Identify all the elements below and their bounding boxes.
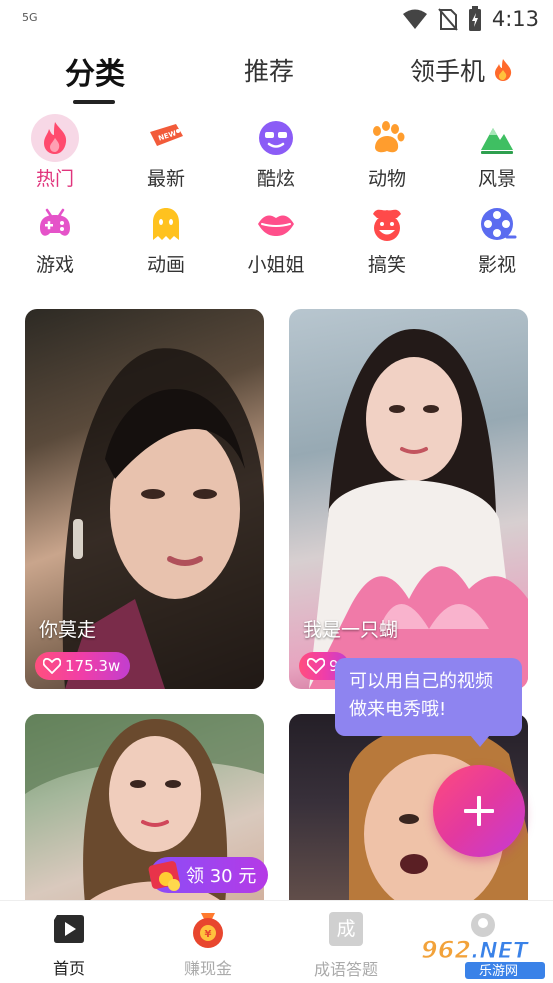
create-video-button[interactable] <box>433 765 525 857</box>
category-label: 小姐姐 <box>247 254 305 276</box>
tab-get-phone[interactable]: 领手机 <box>410 52 513 88</box>
tooltip-arrow <box>470 735 490 747</box>
lips-icon <box>258 215 294 236</box>
svg-text:962: 962 <box>421 936 471 964</box>
like-count-value: 175.3w <box>65 657 121 675</box>
nav-home[interactable]: 首页 <box>19 911 119 979</box>
svg-text:乐游网: 乐游网 <box>479 964 518 979</box>
red-envelope-icon <box>148 861 180 891</box>
svg-text:¥: ¥ <box>205 929 212 940</box>
hint-line-2: 做来电秀哦! <box>349 699 447 720</box>
watermark-logo: 962 .NET 乐游网 <box>421 936 545 979</box>
clock: 4:13 <box>491 7 539 31</box>
network-indicator: 5G <box>22 11 38 24</box>
ghost-icon <box>153 208 179 240</box>
status-bar: 5G 4:13 <box>0 0 553 38</box>
top-tabs: 分类 推荐 领手机 <box>0 52 553 108</box>
fire-icon <box>494 59 512 81</box>
idiom-icon-text: 成 <box>336 918 356 940</box>
nav-label: 首页 <box>52 959 85 978</box>
category-ladies[interactable]: 小姐姐 <box>236 204 316 277</box>
category-animation[interactable]: 动画 <box>126 204 206 277</box>
battery-charging-icon <box>468 6 481 31</box>
nav-idiom-quiz[interactable]: 成 成语答题 <box>296 911 396 980</box>
money-bag-icon: ¥ <box>193 913 223 948</box>
nav-label: 成语答题 <box>313 960 378 979</box>
gamepad-icon <box>40 208 70 236</box>
active-tab-indicator <box>73 100 115 104</box>
category-film[interactable]: 影视 <box>457 204 537 277</box>
tab-category[interactable]: 分类 <box>65 49 125 93</box>
coupon-label: 领 30 元 <box>186 866 257 887</box>
category-label: 热门 <box>35 168 74 190</box>
mountain-icon <box>481 128 513 154</box>
nav-earn-cash[interactable]: ¥ 赚现金 <box>158 911 258 979</box>
tab-get-phone-label: 领手机 <box>410 57 486 86</box>
category-label: 动物 <box>367 168 406 190</box>
plus-icon <box>464 796 494 826</box>
category-label: 酷炫 <box>256 168 295 190</box>
clown-icon <box>373 209 401 241</box>
svg-text:.NET: .NET <box>471 939 530 964</box>
tab-recommend[interactable]: 推荐 <box>244 52 294 88</box>
category-label: 风景 <box>477 168 516 190</box>
category-label: 动画 <box>146 254 185 276</box>
video-title: 我是一只蝴 <box>303 619 399 641</box>
category-funny[interactable]: 搞笑 <box>347 204 427 277</box>
category-newest[interactable]: NEW 最新 <box>126 118 206 191</box>
heart-icon <box>43 658 61 674</box>
hint-tooltip: 可以用自己的视频 做来电秀哦! <box>335 658 522 736</box>
hint-line-1: 可以用自己的视频 <box>349 671 493 692</box>
video-card[interactable]: 我是一只蝴 9 <box>289 309 528 689</box>
video-title: 你莫走 <box>39 619 97 641</box>
site-watermark: 962 .NET 乐游网 <box>415 932 550 980</box>
nav-label: 赚现金 <box>183 959 232 978</box>
play-home-icon <box>54 915 84 943</box>
new-tag-icon: NEW <box>150 124 183 146</box>
paw-icon <box>373 121 405 153</box>
category-label: 影视 <box>477 254 516 276</box>
no-sim-icon <box>438 8 458 31</box>
category-label: 搞笑 <box>367 254 406 276</box>
category-games[interactable]: 游戏 <box>15 204 95 277</box>
idiom-icon: 成 <box>329 912 363 946</box>
like-count: 175.3w <box>35 652 131 680</box>
category-scenery[interactable]: 风景 <box>457 118 537 191</box>
fire-icon <box>44 122 67 154</box>
category-animals[interactable]: 动物 <box>347 118 427 191</box>
category-label: 游戏 <box>35 254 74 276</box>
heart-icon <box>307 658 325 674</box>
film-reel-icon <box>481 208 517 240</box>
category-cool[interactable]: 酷炫 <box>236 118 316 191</box>
wifi-icon <box>402 9 427 29</box>
cool-face-icon <box>259 121 293 155</box>
cash-coupon-button[interactable]: 领 30 元 <box>148 857 268 893</box>
video-card[interactable]: 你莫走 175.3w <box>25 309 264 689</box>
category-label: 最新 <box>146 168 185 190</box>
category-hot[interactable]: 热门 <box>15 114 95 191</box>
